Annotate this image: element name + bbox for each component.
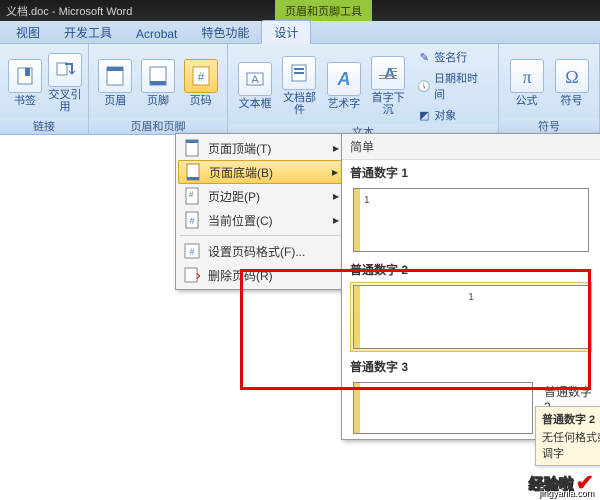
gallery-item-2-title: 普通数字 2 [342, 257, 600, 280]
gallery-item-3-title: 普通数字 3 [342, 354, 544, 377]
textbox-icon: A [238, 62, 272, 96]
group-links: 书签 交叉引用 链接 [0, 44, 89, 134]
svg-text:#: # [189, 216, 194, 226]
pagenumber-button[interactable]: # 页码 [182, 59, 219, 107]
chevron-right-icon: ▸ [332, 165, 338, 179]
pagenumber-gallery: 简单 普通数字 1 1 普通数字 2 1 普通数字 3 普通数字 2 [341, 133, 600, 440]
tab-design[interactable]: 设计 [261, 20, 311, 44]
group-links-label: 链接 [0, 118, 88, 134]
tooltip-title: 普通数字 2 [542, 411, 600, 427]
parts-button[interactable]: 文档部件 [280, 56, 318, 116]
menu-page-bottom[interactable]: 页面底端(B)▸ [178, 160, 343, 184]
svg-text:A: A [336, 69, 350, 89]
tab-special[interactable]: 特色功能 [189, 21, 261, 43]
symbol-icon: Ω [555, 59, 589, 93]
chevron-right-icon: ▸ [333, 141, 339, 155]
textbox-button[interactable]: A 文本框 [236, 62, 274, 110]
dropcap-button[interactable]: A 首字下沉 [369, 56, 407, 116]
ribbon-tabs: 视图 开发工具 Acrobat 特色功能 设计 [0, 21, 600, 44]
svg-text:✕: ✕ [195, 271, 200, 283]
menu-format-pagenum[interactable]: # 设置页码格式(F)... [178, 239, 343, 263]
tab-dev[interactable]: 开发工具 [52, 21, 124, 43]
dropcap-icon: A [371, 56, 405, 90]
chevron-right-icon: ▸ [333, 189, 339, 203]
bookmark-button[interactable]: 书签 [8, 59, 42, 107]
object-icon: ◩ [417, 108, 431, 122]
equation-button[interactable]: π 公式 [507, 59, 546, 107]
symbol-button[interactable]: Ω 符号 [552, 59, 591, 107]
menu-remove-pagenum[interactable]: ✕ 删除页码(R) [178, 263, 343, 287]
header-button[interactable]: 页眉 [97, 59, 134, 107]
gallery-item-2[interactable]: 1 [350, 282, 592, 352]
bookmark-icon [8, 59, 42, 93]
group-headerfooter: 页眉 页脚 # 页码 页眉和页脚 [89, 44, 228, 134]
context-tab: 页眉和页脚工具 [275, 0, 372, 21]
format-pagenum-icon: # [182, 241, 202, 261]
menu-page-top[interactable]: 页面顶端(T)▸ [178, 136, 343, 160]
svg-text:#: # [189, 190, 194, 199]
wordart-button[interactable]: A 艺术字 [325, 62, 363, 110]
menu-separator [180, 235, 341, 236]
group-symbols: π 公式 Ω 符号 符号 [499, 44, 600, 134]
signature-button[interactable]: ✎签名行 [413, 48, 490, 66]
tab-view[interactable]: 视图 [4, 21, 52, 43]
gallery-head: 简单 [342, 134, 600, 160]
chevron-right-icon: ▸ [333, 213, 339, 227]
svg-text:π: π [522, 67, 531, 87]
gallery-item-1[interactable]: 1 [350, 185, 592, 255]
tooltip: 普通数字 2 无任何格式或强调字 [535, 406, 600, 466]
menu-page-margin[interactable]: # 页边距(P)▸ [178, 184, 343, 208]
equation-icon: π [510, 59, 544, 93]
footer-icon [141, 59, 175, 93]
svg-text:A: A [251, 74, 259, 86]
svg-text:#: # [189, 247, 194, 257]
tooltip-body: 无任何格式或强调字 [542, 429, 600, 461]
page-margin-icon: # [182, 186, 202, 206]
menu-current-pos[interactable]: # 当前位置(C)▸ [178, 208, 343, 232]
footer-button[interactable]: 页脚 [140, 59, 177, 107]
text-small-items: ✎签名行 🕔日期和时间 ◩对象 [413, 48, 490, 124]
page-top-icon [182, 138, 202, 158]
pagenum-preview: 1 [364, 195, 370, 206]
header-icon [98, 59, 132, 93]
datetime-button[interactable]: 🕔日期和时间 [413, 69, 490, 103]
window-title: 义档.doc - Microsoft Word [6, 3, 132, 19]
wordart-icon: A [327, 62, 361, 96]
signature-icon: ✎ [417, 50, 431, 64]
crossref-button[interactable]: 交叉引用 [48, 53, 82, 113]
svg-text:Ω: Ω [565, 67, 578, 87]
current-pos-icon: # [182, 210, 202, 230]
remove-pagenum-icon: ✕ [182, 265, 202, 285]
pagenumber-menu: 页面顶端(T)▸ 页面底端(B)▸ # 页边距(P)▸ # 当前位置(C)▸ #… [175, 133, 346, 290]
pagenumber-icon: # [184, 59, 218, 93]
group-text: A 文本框 文档部件 A 艺术字 A 首字下沉 [228, 44, 499, 134]
datetime-icon: 🕔 [417, 79, 431, 93]
group-headerfooter-label: 页眉和页脚 [89, 118, 227, 134]
crossref-icon [48, 53, 82, 87]
gallery-item-1-title: 普通数字 1 [342, 160, 600, 183]
ribbon: 书签 交叉引用 链接 页眉 页脚 [0, 44, 600, 135]
group-symbols-label: 符号 [499, 118, 599, 134]
object-button[interactable]: ◩对象 [413, 106, 490, 124]
pagenum-preview: 1 [468, 292, 474, 303]
svg-text:#: # [197, 70, 204, 84]
watermark-logo: 经验啦 ✔ jingyanla.com [529, 470, 594, 496]
gallery-item-3[interactable] [350, 379, 536, 437]
parts-icon [282, 56, 316, 90]
page-bottom-icon [183, 162, 203, 182]
tab-acrobat[interactable]: Acrobat [124, 24, 189, 43]
